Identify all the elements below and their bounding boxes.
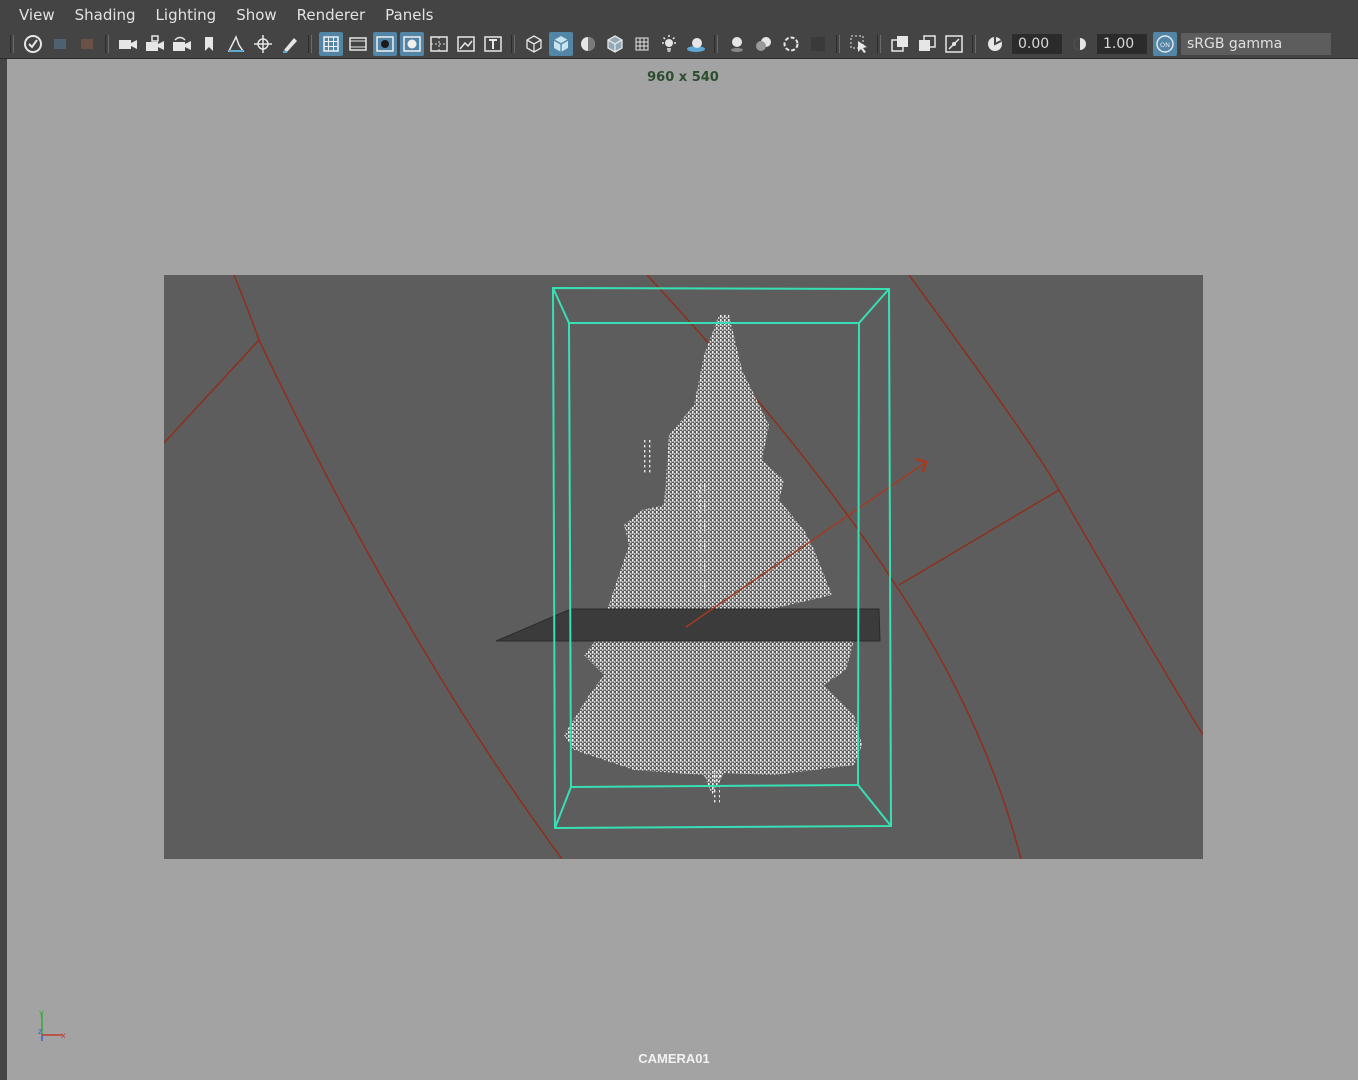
view-transform-select[interactable]: sRGB gamma: [1181, 33, 1331, 55]
resolution-gate-icon[interactable]: [372, 32, 397, 56]
field-chart-icon[interactable]: [427, 32, 451, 56]
menu-shading[interactable]: Shading: [65, 0, 146, 30]
isolate-select-icon[interactable]: [847, 32, 871, 56]
camera-name-label: CAMERA01: [638, 1051, 710, 1066]
motion-blur-icon[interactable]: [752, 32, 776, 56]
menu-view[interactable]: View: [0, 0, 65, 30]
z-axis-label: z: [38, 1027, 42, 1036]
toolbar-separator: [836, 35, 840, 53]
xray-active-components-icon[interactable]: [915, 32, 939, 56]
exposure-field[interactable]: 0.00: [1012, 34, 1062, 54]
textured-icon[interactable]: [630, 32, 654, 56]
toolbar-separator: [10, 35, 14, 53]
safe-title-icon[interactable]: [481, 32, 505, 56]
default-material-icon[interactable]: [576, 32, 600, 56]
multisample-aa-icon[interactable]: [779, 32, 803, 56]
menu-lighting[interactable]: Lighting: [146, 0, 227, 30]
menu-bar: View Shading Lighting Show Renderer Pane…: [0, 0, 1358, 30]
screen-space-ao-icon[interactable]: [725, 32, 749, 56]
resolution-label: 960 x 540: [647, 70, 719, 85]
color-management-toggle[interactable]: ON: [1152, 32, 1177, 56]
camera-reset-icon[interactable]: [170, 32, 194, 56]
x-axis-label: x: [61, 1031, 66, 1040]
lock-camera-icon[interactable]: [143, 32, 167, 56]
select-camera-icon[interactable]: [21, 32, 45, 56]
scene-view: [164, 275, 1203, 859]
toolbar-separator: [972, 35, 976, 53]
wireframe-icon[interactable]: [522, 32, 546, 56]
panel-toolbar: 0.00 1.00 ON sRGB gamma: [0, 30, 1358, 59]
menu-show[interactable]: Show: [226, 0, 286, 30]
film-gate-icon[interactable]: [346, 32, 370, 56]
toolbar-separator: [714, 35, 718, 53]
camera-icon[interactable]: [116, 32, 140, 56]
bookmark-icon[interactable]: [197, 32, 221, 56]
toolbar-separator: [308, 35, 312, 53]
xray-icon[interactable]: [888, 32, 912, 56]
menu-panels[interactable]: Panels: [375, 0, 443, 30]
resolution-gate: [164, 275, 1203, 859]
safe-action-icon[interactable]: [454, 32, 478, 56]
smooth-shade-icon[interactable]: [548, 32, 573, 56]
camera-attributes-icon[interactable]: [48, 32, 72, 56]
color-management-badge: ON: [1160, 41, 1170, 49]
2d-pan-zoom-icon[interactable]: [251, 32, 275, 56]
shadows-icon[interactable]: [684, 32, 708, 56]
toolbar-separator: [105, 35, 109, 53]
axis-gizmo: y x z: [38, 1008, 66, 1041]
gamma-icon[interactable]: [1068, 32, 1092, 56]
gamma-field[interactable]: 1.00: [1097, 34, 1147, 54]
toolbar-separator: [877, 35, 881, 53]
point-cloud-tree: [564, 315, 862, 805]
grease-pencil-icon[interactable]: [278, 32, 302, 56]
bookmark-camera-icon[interactable]: [75, 32, 99, 56]
use-all-lights-icon[interactable]: [657, 32, 681, 56]
exposure-icon[interactable]: [983, 32, 1007, 56]
menu-renderer[interactable]: Renderer: [287, 0, 375, 30]
panel-left-border: [0, 59, 7, 1080]
toolbar-separator: [511, 35, 515, 53]
grid-icon[interactable]: [318, 32, 343, 56]
image-plane-icon[interactable]: [224, 32, 248, 56]
wireframe-on-shaded-icon[interactable]: [603, 32, 627, 56]
y-axis-label: y: [39, 1008, 44, 1017]
gate-mask-icon[interactable]: [399, 32, 424, 56]
depth-of-field-icon[interactable]: [806, 32, 830, 56]
xray-joints-icon[interactable]: [942, 32, 966, 56]
